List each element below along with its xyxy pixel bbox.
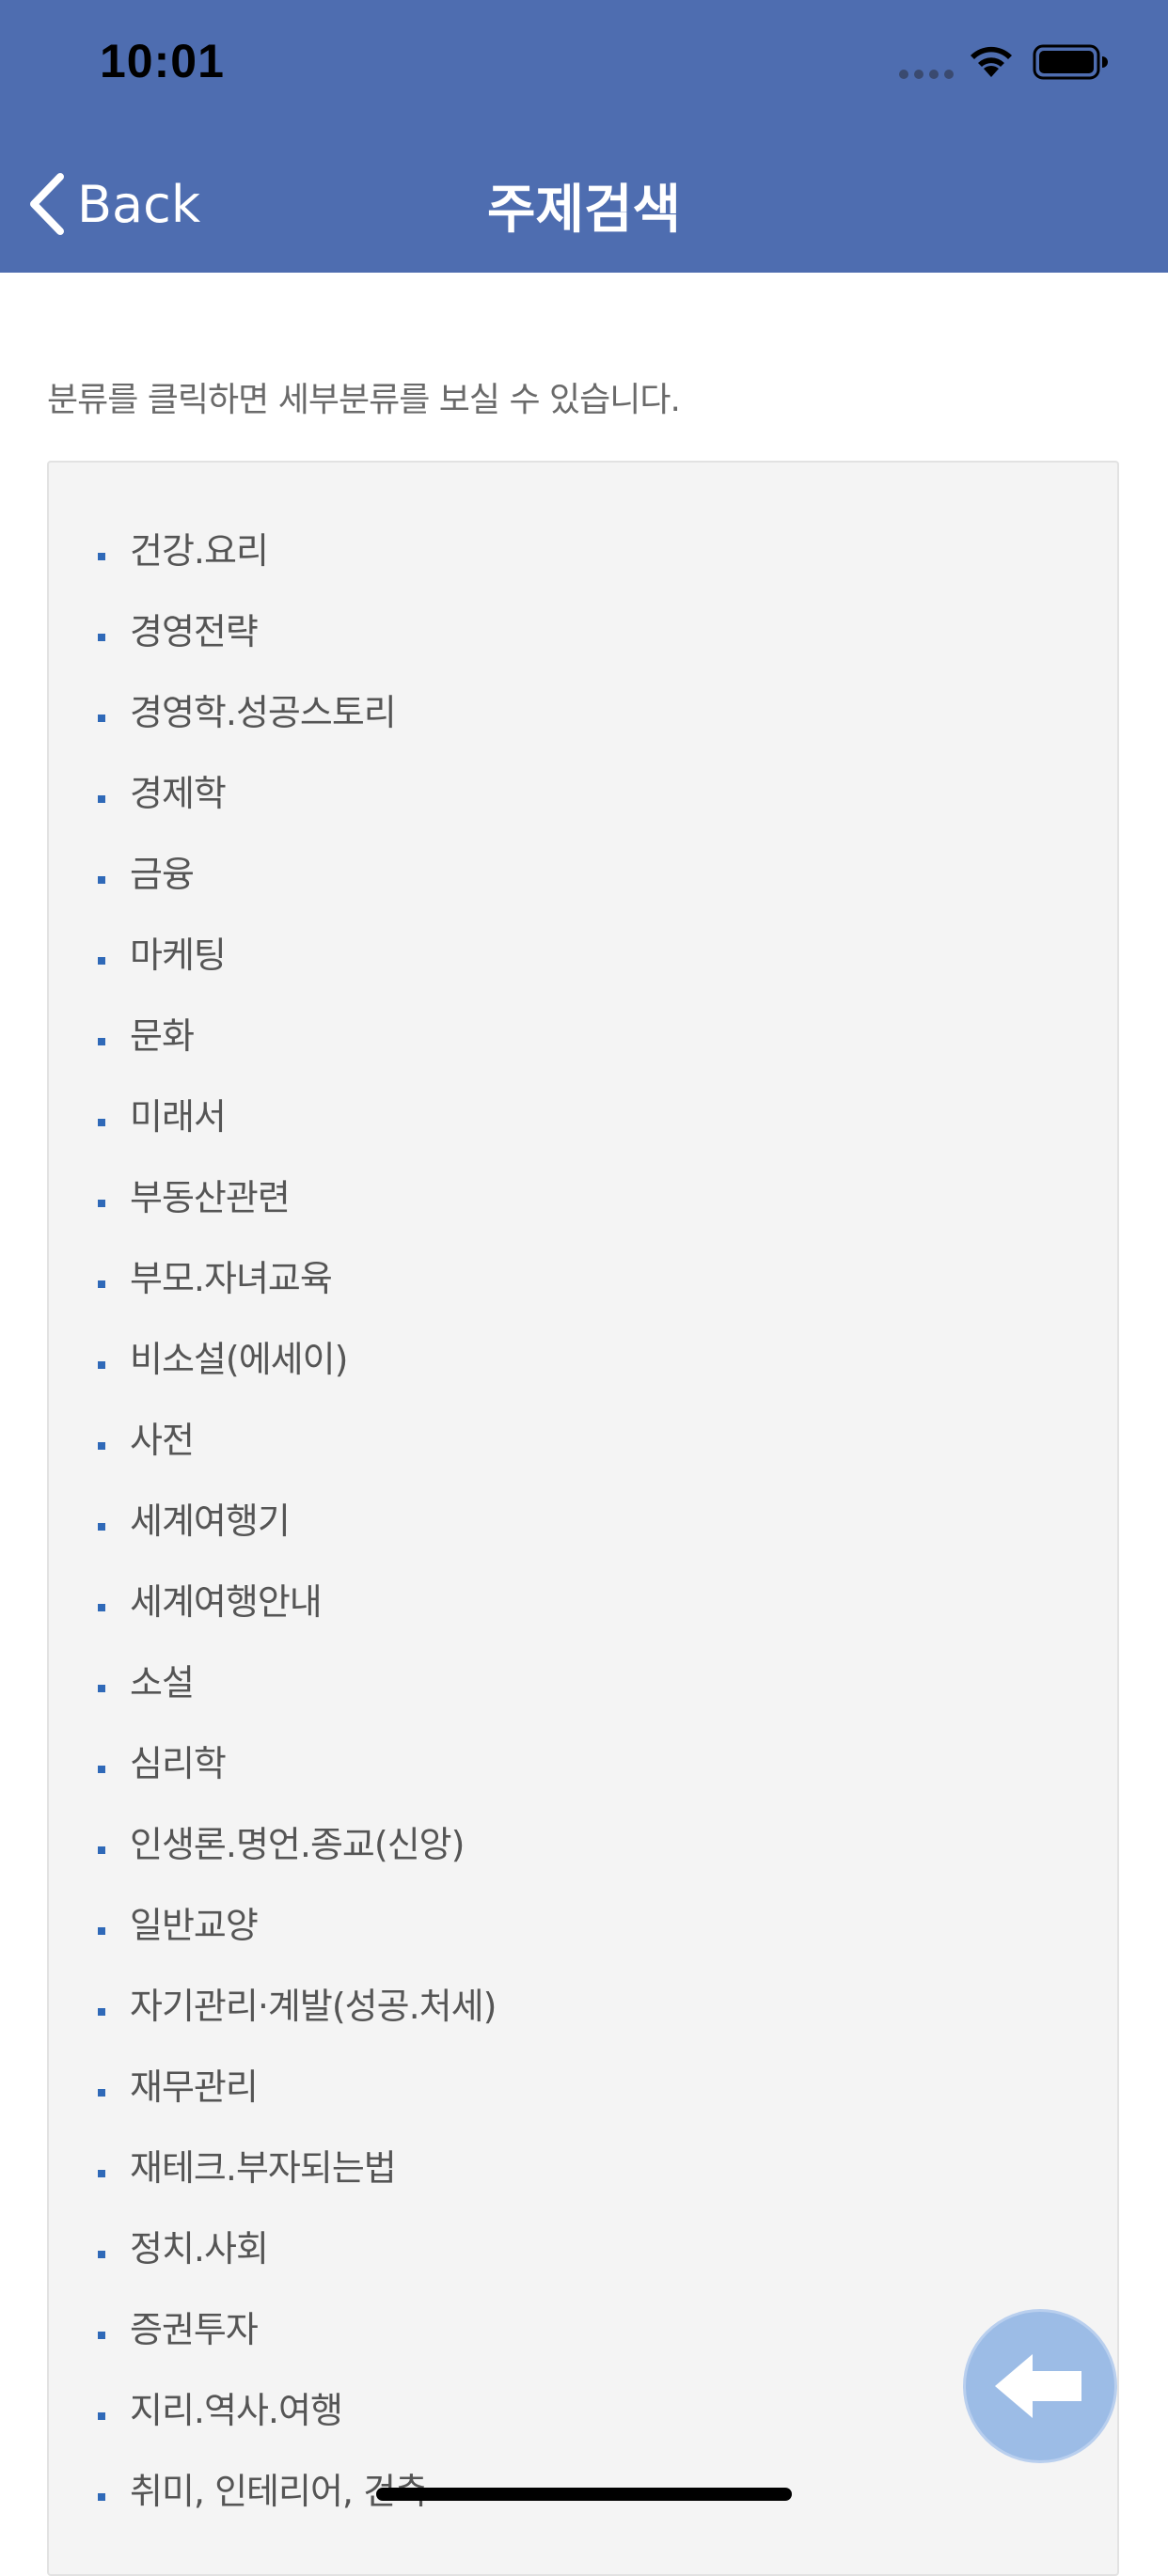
category-label: 사전	[130, 1420, 195, 1461]
status-time: 10:01	[100, 35, 225, 87]
category-item[interactable]: 부동산관련	[49, 1179, 1117, 1260]
category-label: 재무관리	[130, 2066, 259, 2108]
bullet-icon	[98, 957, 105, 965]
category-item[interactable]: 비소설(에세이)	[49, 1341, 1117, 1422]
category-item[interactable]: 문화	[49, 1017, 1117, 1098]
category-label: 증권투자	[130, 2309, 259, 2350]
home-indicator	[376, 2488, 792, 2501]
category-item[interactable]: 경제학	[49, 775, 1117, 856]
category-label: 세계여행기	[130, 1500, 291, 1542]
bullet-icon	[98, 1523, 105, 1531]
cellular-signal-icon	[899, 70, 954, 79]
category-item[interactable]: 자기관리·계발(성공.처세)	[49, 1987, 1117, 2068]
category-label: 세계여행안내	[130, 1581, 323, 1623]
bullet-icon	[98, 1846, 105, 1854]
bullet-icon	[98, 2332, 105, 2339]
category-list: 건강.요리 경영전략 경영학.성공스토리 경제학 금융 마케팅 문화 미래서 부…	[49, 532, 1117, 2553]
category-label: 금융	[130, 854, 195, 895]
category-label: 마케팅	[130, 935, 227, 976]
instruction-text: 분류를 클릭하면 세부분류를 보실 수 있습니다.	[47, 381, 681, 419]
bullet-icon	[98, 1604, 105, 1611]
category-item[interactable]: 세계여행기	[49, 1502, 1117, 1583]
category-label: 심리학	[130, 1743, 227, 1784]
category-label: 일반교양	[130, 1905, 259, 1946]
category-item[interactable]: 심리학	[49, 1745, 1117, 1826]
category-label: 정치.사회	[130, 2228, 269, 2270]
category-item[interactable]: 금융	[49, 856, 1117, 936]
category-item[interactable]: 부모.자녀교육	[49, 1260, 1117, 1341]
category-item[interactable]: 지리.역사.여행	[49, 2392, 1117, 2473]
bullet-icon	[98, 1685, 105, 1692]
category-item[interactable]: 세계여행안내	[49, 1583, 1117, 1664]
back-fab-button[interactable]	[963, 2309, 1117, 2463]
category-label: 소설	[130, 1662, 195, 1704]
navigation-bar: Back 주제검색	[0, 132, 1168, 273]
category-panel: 건강.요리 경영전략 경영학.성공스토리 경제학 금융 마케팅 문화 미래서 부…	[47, 461, 1119, 2576]
bullet-icon	[98, 2089, 105, 2097]
category-label: 부동산관련	[130, 1177, 291, 1218]
bullet-icon	[98, 1119, 105, 1126]
bullet-icon	[98, 2493, 105, 2501]
bullet-icon	[98, 1442, 105, 1450]
bullet-icon	[98, 553, 105, 560]
category-item[interactable]: 건강.요리	[49, 532, 1117, 613]
category-item[interactable]: 일반교양	[49, 1907, 1117, 1987]
category-item[interactable]: 인생론.명언.종교(신앙)	[49, 1826, 1117, 1907]
category-label: 건강.요리	[130, 530, 269, 572]
category-label: 인생론.명언.종교(신앙)	[130, 1824, 465, 1865]
bullet-icon	[98, 876, 105, 884]
battery-icon	[1033, 44, 1108, 80]
status-bar: 10:01	[0, 0, 1168, 132]
category-label: 자기관리·계발(성공.처세)	[130, 1986, 497, 2027]
wifi-icon	[971, 46, 1012, 77]
category-item[interactable]: 재테크.부자되는법	[49, 2149, 1117, 2230]
category-item[interactable]: 사전	[49, 1422, 1117, 1502]
category-label: 경영전략	[130, 611, 259, 652]
arrow-left-icon	[995, 2354, 1081, 2418]
bullet-icon	[98, 715, 105, 722]
bullet-icon	[98, 1200, 105, 1207]
category-item[interactable]: 소설	[49, 1664, 1117, 1745]
bullet-icon	[98, 2170, 105, 2177]
category-label: 재테크.부자되는법	[130, 2147, 397, 2189]
category-item[interactable]: 재무관리	[49, 2068, 1117, 2149]
category-item[interactable]: 증권투자	[49, 2311, 1117, 2392]
category-item[interactable]: 정치.사회	[49, 2230, 1117, 2311]
category-label: 부모.자녀교육	[130, 1258, 333, 1299]
bullet-icon	[98, 634, 105, 641]
bullet-icon	[98, 1361, 105, 1369]
page-title: 주제검색	[486, 180, 682, 241]
category-item[interactable]: 취미, 인테리어, 건축	[49, 2473, 1117, 2553]
category-item[interactable]: 미래서	[49, 1098, 1117, 1179]
bullet-icon	[98, 1280, 105, 1288]
category-label: 지리.역사.여행	[130, 2390, 343, 2431]
bullet-icon	[98, 1766, 105, 1773]
bullet-icon	[98, 2412, 105, 2420]
category-item[interactable]: 경영학.성공스토리	[49, 694, 1117, 775]
bullet-icon	[98, 795, 105, 803]
bullet-icon	[98, 2251, 105, 2258]
bullet-icon	[98, 1927, 105, 1935]
category-item[interactable]: 경영전략	[49, 613, 1117, 694]
category-label: 비소설(에세이)	[130, 1339, 348, 1380]
category-label: 미래서	[130, 1096, 227, 1138]
bullet-icon	[98, 2008, 105, 2016]
category-label: 경제학	[130, 773, 227, 814]
category-label: 경영학.성공스토리	[130, 692, 397, 733]
category-label: 문화	[130, 1015, 195, 1057]
category-item[interactable]: 마케팅	[49, 936, 1117, 1017]
bullet-icon	[98, 1038, 105, 1045]
